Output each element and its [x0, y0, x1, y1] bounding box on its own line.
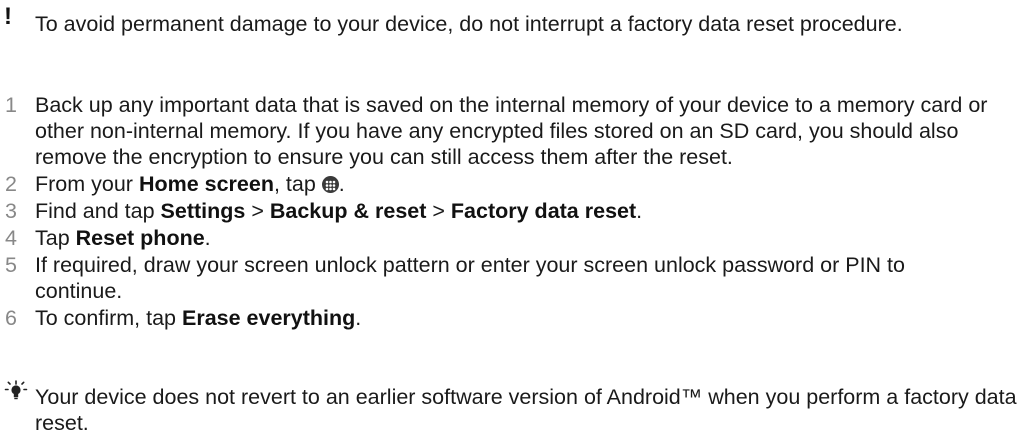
home-screen-label: Home screen [138, 172, 274, 196]
list-item: 4 Tap Reset phone. [0, 225, 995, 251]
exclamation-icon: ! [4, 3, 12, 30]
step-text-end: . [338, 172, 345, 196]
step-number: 1 [5, 93, 17, 117]
erase-everything-label: Erase everything [181, 306, 356, 330]
step-text-pre: To confirm, tap [35, 306, 182, 330]
warning-text: To avoid permanent damage to your device… [35, 12, 903, 36]
steps-list: 1 Back up any important data that is sav… [0, 92, 1035, 332]
tip-text: Your device does not revert to an earlie… [35, 385, 1017, 435]
path-separator: > [245, 199, 270, 223]
step-number: 6 [5, 306, 17, 330]
apps-grid-icon [321, 176, 339, 193]
list-item: 6 To confirm, tap Erase everything. [0, 305, 995, 331]
list-item: 1 Back up any important data that is sav… [0, 92, 995, 170]
reset-phone-label: Reset phone [75, 226, 205, 250]
step-text-pre: Find and tap [35, 199, 161, 223]
step-text: Back up any important data that is saved… [35, 93, 988, 169]
path-separator: > [426, 199, 451, 223]
step-number: 4 [5, 226, 17, 250]
step-number: 5 [5, 253, 17, 277]
step-text-end: . [204, 226, 211, 250]
step-number: 3 [5, 199, 17, 223]
lightbulb-tip-icon [4, 380, 28, 406]
step-number: 2 [5, 172, 17, 196]
settings-label: Settings [160, 199, 246, 223]
step-text: If required, draw your screen unlock pat… [35, 253, 905, 303]
list-item: 5 If required, draw your screen unlock p… [0, 252, 995, 304]
step-text-pre: Tap [35, 226, 76, 250]
step-text-end: . [355, 306, 362, 330]
step-text-post: , tap [273, 172, 322, 196]
step-text-end: . [636, 199, 643, 223]
step-text-pre: From your [35, 172, 139, 196]
factory-data-reset-label: Factory data reset [450, 199, 637, 223]
backup-reset-label: Backup & reset [269, 199, 427, 223]
list-item: 2 From your Home screen, tap . [0, 171, 995, 197]
list-item: 3 Find and tap Settings > Backup & reset… [0, 198, 995, 224]
